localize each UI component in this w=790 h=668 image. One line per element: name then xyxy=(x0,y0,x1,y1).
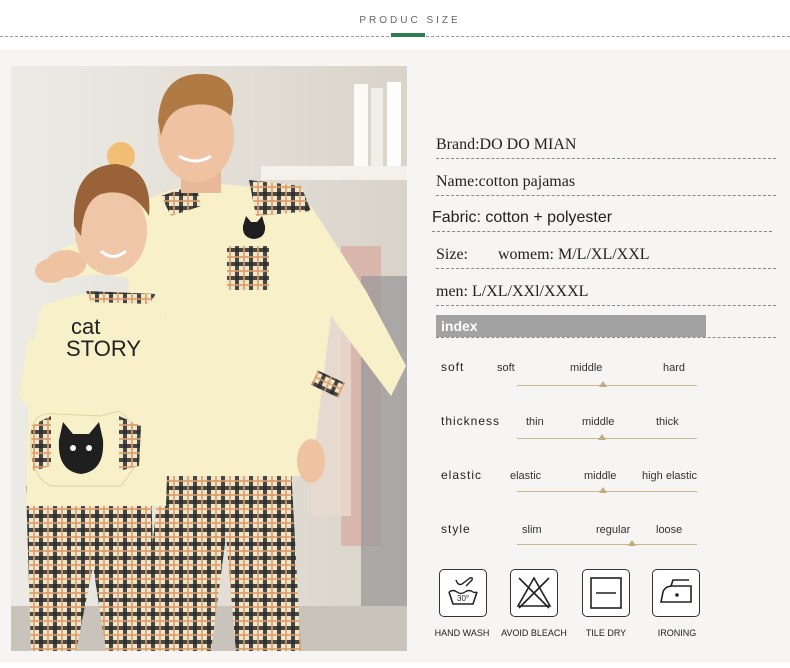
care-label-avoid-bleach: AVOID BLEACH xyxy=(501,628,567,638)
spec-name: Name:cotton pajamas xyxy=(436,171,776,196)
index-option: loose xyxy=(656,524,683,536)
index-marker xyxy=(628,540,636,546)
index-scale xyxy=(517,544,697,545)
index-option: high elastic xyxy=(642,470,698,482)
index-label-soft: soft xyxy=(441,360,465,374)
spec-fabric: Fabric: cotton + polyester xyxy=(432,207,772,232)
index-header: index xyxy=(436,315,706,337)
index-option: slim xyxy=(522,524,542,536)
index-option: thin xyxy=(526,416,544,428)
index-marker xyxy=(599,381,607,387)
avoid-bleach-icon xyxy=(510,569,558,617)
header-accent-bar xyxy=(391,33,425,37)
index-option: regular xyxy=(596,524,631,536)
spec-size-label: Size: xyxy=(436,246,468,263)
spec-name-text: Name:cotton pajamas xyxy=(436,173,576,190)
section-title: PRODUC SIZE xyxy=(359,15,461,26)
index-option: middle xyxy=(582,416,615,428)
index-option: thick xyxy=(656,416,679,428)
spec-brand-text: Brand:DO DO MIAN xyxy=(436,136,577,153)
index-divider xyxy=(436,337,776,338)
index-label-style: style xyxy=(441,522,471,536)
couple-pajama-photo: cat STORY xyxy=(11,66,407,651)
wash-temperature: 30° xyxy=(457,594,469,603)
index-option: middle xyxy=(584,470,617,482)
ironing-icon xyxy=(652,569,700,617)
index-option: soft xyxy=(497,362,515,374)
spec-men: men: L/XL/XXl/XXXL xyxy=(436,281,776,306)
index-option: hard xyxy=(663,362,686,374)
index-option: middle xyxy=(570,362,603,374)
index-scale xyxy=(517,491,697,492)
spec-size: Size: womem: M/L/XL/XXL xyxy=(436,244,776,269)
index-marker xyxy=(599,487,607,493)
index-scale xyxy=(517,438,697,439)
spec-size-women: womem: M/L/XL/XXL xyxy=(498,246,650,263)
index-marker xyxy=(598,434,606,440)
index-label-elastic: elastic xyxy=(441,468,483,482)
index-label-thickness: thickness xyxy=(441,414,501,428)
hand-wash-icon: 30° xyxy=(439,569,487,617)
care-label-ironing: IRONING xyxy=(657,628,697,638)
spec-men-text: men: L/XL/XXl/XXXL xyxy=(436,283,589,300)
spec-fabric-text: Fabric: cotton + polyester xyxy=(432,209,613,226)
spec-brand: Brand:DO DO MIAN xyxy=(436,134,776,159)
index-option: elastic xyxy=(510,470,542,482)
product-photo: cat STORY xyxy=(11,66,407,651)
care-label-tile-dry: TILE DRY xyxy=(585,628,627,638)
tile-dry-icon xyxy=(582,569,630,617)
index-scale xyxy=(517,385,697,386)
care-label-hand-wash: HAND WASH xyxy=(434,628,490,638)
shirt-text-story: STORY xyxy=(66,336,141,361)
